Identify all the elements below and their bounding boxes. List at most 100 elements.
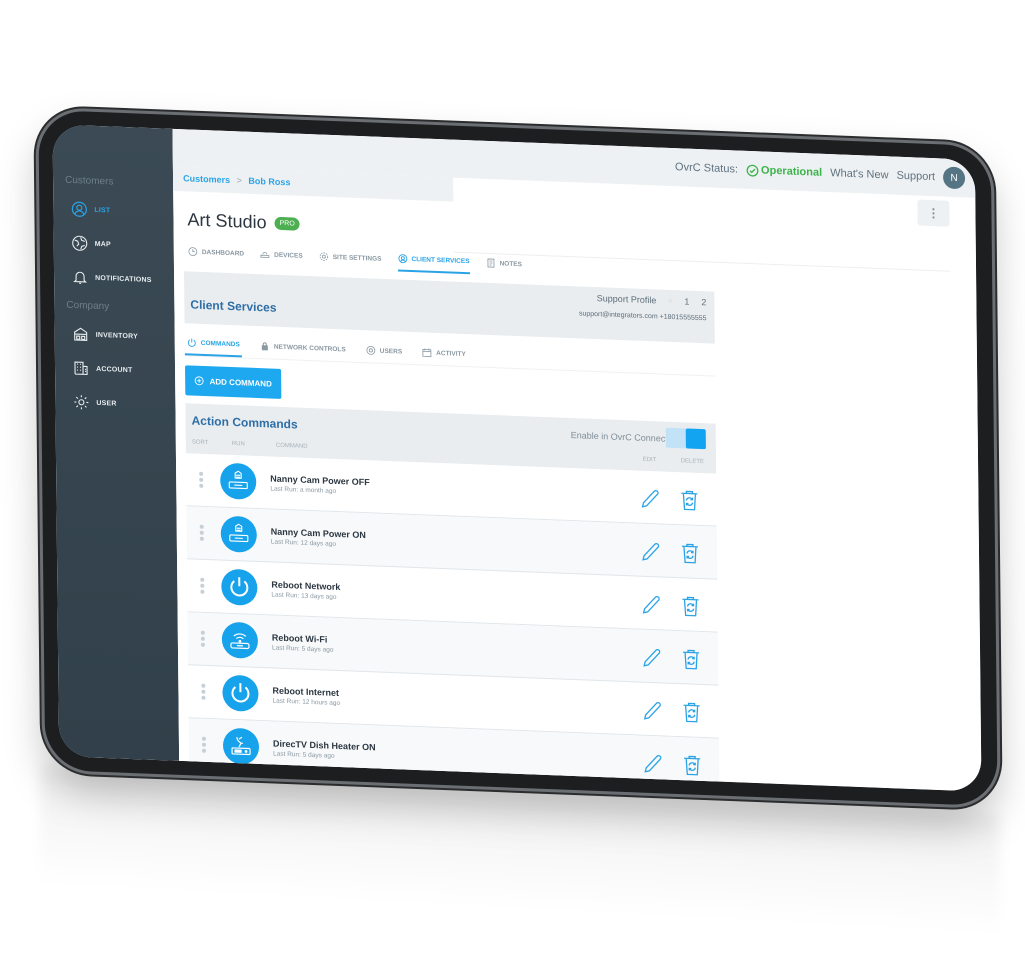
- lock-icon: [261, 342, 268, 351]
- clock-icon: [188, 247, 198, 256]
- pencil-icon[interactable]: [641, 752, 663, 777]
- drag-handle[interactable]: [186, 471, 216, 488]
- action-commands-title: Action Commands: [191, 413, 298, 432]
- drag-handle[interactable]: [187, 524, 217, 541]
- trash-recycle-icon[interactable]: [680, 647, 702, 672]
- tab-client-services[interactable]: CLIENT SERVICES: [397, 253, 470, 275]
- page-title: Art Studio PRO: [187, 209, 300, 234]
- tab-label: DEVICES: [274, 251, 303, 260]
- pro-badge: PRO: [274, 216, 300, 231]
- sidebar-item-label: ACCOUNT: [96, 365, 133, 374]
- col-edit: EDIT: [642, 456, 657, 464]
- run-command-button[interactable]: [222, 727, 260, 765]
- support-link[interactable]: Support: [896, 170, 935, 183]
- site-name: Art Studio: [187, 209, 267, 233]
- wifi-router-icon: [230, 633, 250, 650]
- sidebar-item-label: MAP: [94, 240, 111, 248]
- support-profile-option-1[interactable]: 1: [684, 296, 689, 306]
- plus-circle-icon: [195, 376, 205, 386]
- toggle-knob: [685, 428, 706, 450]
- sidebar: Customers LIST MAP NOTIFICATIONS Company…: [52, 124, 180, 761]
- run-command-button[interactable]: [222, 674, 259, 712]
- breadcrumb-current[interactable]: Bob Ross: [248, 176, 290, 188]
- drag-handle[interactable]: [188, 683, 218, 700]
- col-sort: SORT: [191, 439, 209, 447]
- subtab-activity[interactable]: ACTIVITY: [420, 346, 468, 366]
- trash-recycle-icon[interactable]: [679, 541, 701, 566]
- check-circle-icon: [746, 164, 759, 177]
- whats-new-link[interactable]: What's New: [830, 167, 888, 181]
- tablet-device: Customers LIST MAP NOTIFICATIONS Company…: [38, 109, 998, 807]
- run-command-button[interactable]: [220, 462, 257, 500]
- drag-handle[interactable]: [187, 577, 217, 594]
- sidebar-item-list[interactable]: LIST: [53, 191, 173, 230]
- tab-label: SITE SETTINGS: [332, 253, 382, 263]
- support-profile-label: Support Profile: [596, 293, 657, 306]
- subtab-label: ACTIVITY: [436, 349, 466, 358]
- tab-notes[interactable]: NOTES: [485, 257, 522, 276]
- sidebar-item-map[interactable]: MAP: [54, 225, 174, 264]
- tab-site-settings[interactable]: SITE SETTINGS: [319, 250, 382, 270]
- subtab-commands[interactable]: COMMANDS: [184, 337, 242, 358]
- support-icon: [398, 254, 407, 264]
- subtab-label: NETWORK CONTROLS: [273, 343, 346, 353]
- support-profile-option-2[interactable]: 2: [701, 297, 706, 307]
- command-last-run: Last Run: 12 hours ago: [272, 696, 341, 707]
- add-command-button[interactable]: ADD COMMAND: [185, 365, 282, 399]
- col-run: RUN: [231, 441, 245, 448]
- status-badge: Operational: [746, 163, 822, 179]
- power-strip-icon: [229, 523, 249, 543]
- more-options-button[interactable]: ⋮: [917, 199, 950, 227]
- satellite-receiver-icon: [231, 736, 251, 756]
- pencil-icon[interactable]: [640, 646, 662, 671]
- run-command-button[interactable]: [220, 515, 257, 553]
- radio-dot[interactable]: [668, 298, 673, 304]
- pencil-icon[interactable]: [638, 487, 660, 512]
- globe-icon: [72, 235, 88, 251]
- building-icon: [74, 361, 88, 376]
- run-command-button[interactable]: [221, 621, 259, 659]
- pencil-icon[interactable]: [639, 540, 661, 565]
- sidebar-item-label: NOTIFICATIONS: [95, 274, 152, 284]
- command-name: Reboot Wi-Fi: [271, 631, 328, 645]
- drag-handle[interactable]: [189, 736, 219, 753]
- trash-recycle-icon[interactable]: [679, 594, 701, 619]
- bell-icon: [73, 271, 87, 284]
- breadcrumb-customers[interactable]: Customers: [183, 173, 230, 185]
- trash-recycle-icon[interactable]: [681, 700, 703, 725]
- trash-recycle-icon[interactable]: [678, 488, 700, 513]
- enable-label: Enable in OvrC Connect: [570, 430, 668, 444]
- sidebar-item-label: INVENTORY: [95, 331, 139, 340]
- avatar[interactable]: N: [942, 166, 966, 190]
- sidebar-item-user[interactable]: USER: [55, 384, 175, 423]
- status-value: Operational: [760, 164, 823, 179]
- trash-recycle-icon[interactable]: [681, 753, 703, 778]
- client-services-header: Client Services Support Profile 1 2 supp…: [184, 271, 715, 344]
- subtab-users[interactable]: USERS: [364, 344, 405, 364]
- command-last-run: Last Run: a month ago: [270, 484, 337, 495]
- calendar-icon: [422, 348, 432, 358]
- subtab-label: USERS: [379, 347, 403, 356]
- command-last-run: Last Run: 12 days ago: [270, 537, 336, 548]
- support-contact: support@integrators.com +18015555555: [578, 310, 707, 323]
- tab-label: NOTES: [499, 259, 523, 268]
- enable-ovrc-connect-toggle[interactable]: [665, 427, 706, 450]
- pencil-icon[interactable]: [641, 699, 663, 724]
- at-icon: [366, 345, 376, 355]
- power-icon: [231, 683, 250, 703]
- sidebar-item-label: USER: [96, 399, 117, 408]
- sidebar-item-account[interactable]: ACCOUNT: [55, 350, 175, 389]
- sidebar-item-inventory[interactable]: INVENTORY: [54, 316, 174, 355]
- add-command-label: ADD COMMAND: [209, 376, 272, 389]
- sidebar-item-notifications[interactable]: NOTIFICATIONS: [54, 259, 174, 298]
- command-list: Nanny Cam Power OFF Last Run: a month ag…: [185, 453, 720, 792]
- tab-devices[interactable]: DEVICES: [260, 248, 303, 268]
- drag-handle[interactable]: [188, 630, 218, 647]
- command-last-run: Last Run: 5 days ago: [273, 749, 335, 760]
- subtab-network-controls[interactable]: NETWORK CONTROLS: [258, 340, 348, 361]
- pencil-icon[interactable]: [639, 593, 661, 618]
- tab-dashboard[interactable]: DASHBOARD: [188, 245, 244, 265]
- run-command-button[interactable]: [221, 568, 258, 606]
- notes-icon: [487, 258, 494, 268]
- power-icon: [187, 338, 196, 347]
